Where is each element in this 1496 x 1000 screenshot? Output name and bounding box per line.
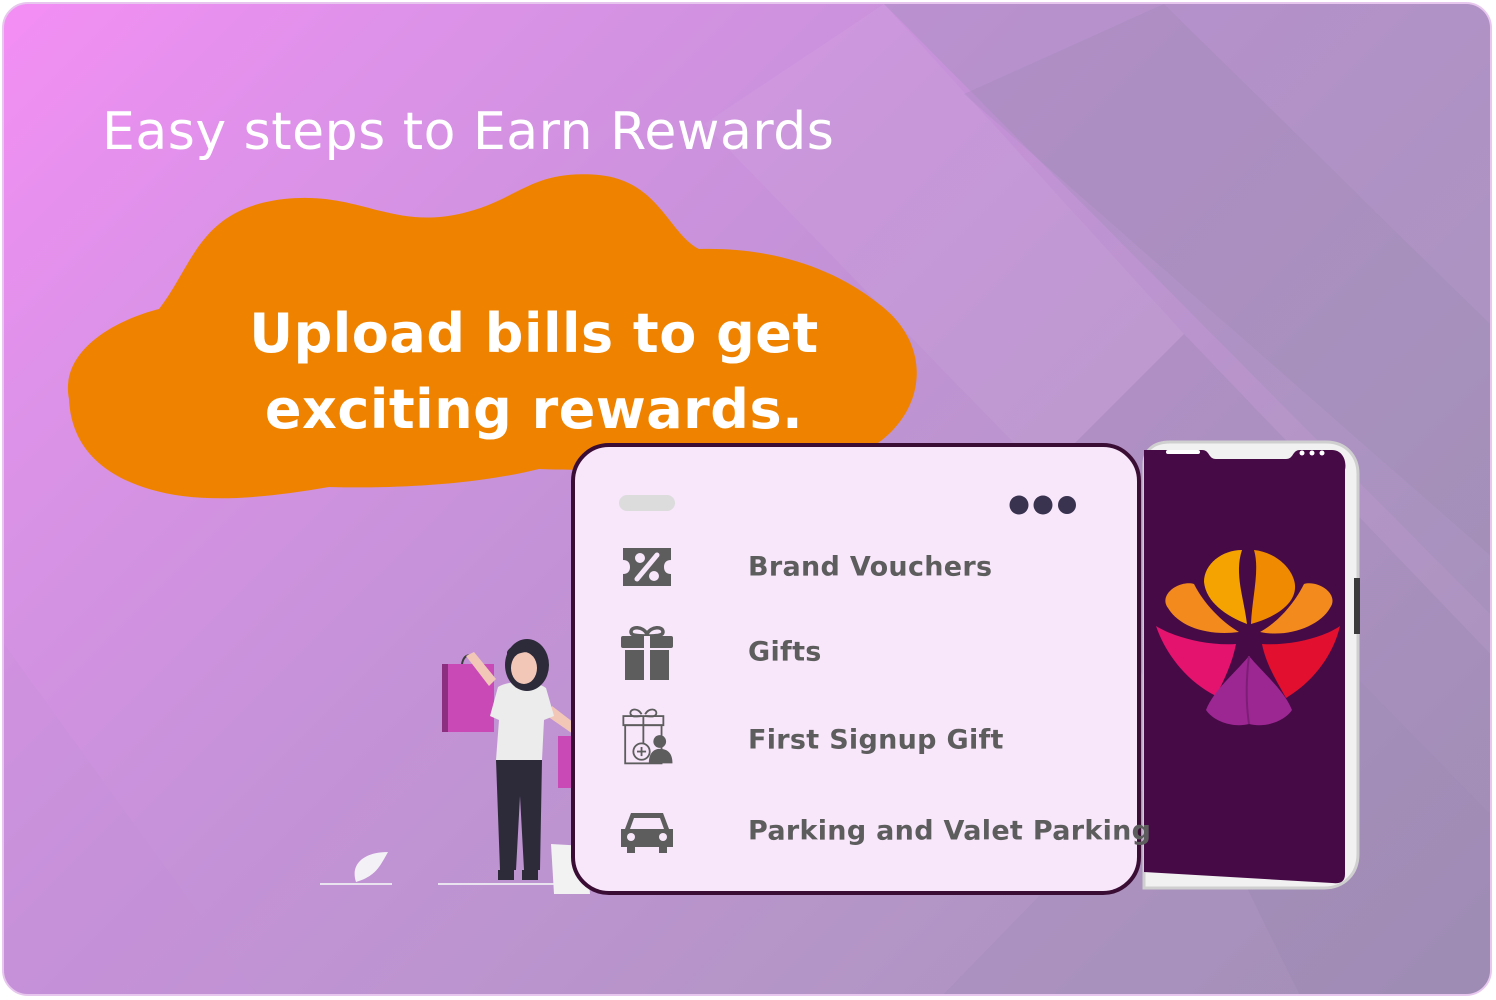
- menu-item-first-signup-gift[interactable]: First Signup Gift: [617, 707, 1117, 773]
- phone-mockup: [1142, 440, 1360, 890]
- menu-item-gifts[interactable]: Gifts: [617, 622, 1117, 682]
- gift-icon: [621, 626, 673, 680]
- card-drag-handle: [619, 495, 675, 511]
- signup-gift-icon: [622, 708, 673, 765]
- car-icon: [621, 813, 673, 853]
- menu-item-parking[interactable]: Parking and Valet Parking: [617, 801, 1151, 861]
- menu-item-label: Brand Vouchers: [748, 551, 993, 583]
- more-options-icon[interactable]: [1007, 493, 1083, 517]
- menu-item-label: First Signup Gift: [748, 724, 1004, 756]
- voucher-icon: [623, 548, 671, 586]
- headline: Easy steps to Earn Rewards: [102, 102, 835, 162]
- tagline: Upload bills to get exciting rewards.: [249, 302, 819, 441]
- shopper-illustration: [320, 639, 590, 894]
- rewards-banner: Easy steps to Earn Rewards Upload bills …: [2, 2, 1492, 996]
- menu-item-brand-vouchers[interactable]: Brand Vouchers: [617, 537, 1117, 597]
- rewards-menu-card: Brand Vouchers Gifts First Signup Gift P…: [571, 443, 1151, 895]
- menu-item-label: Gifts: [748, 636, 822, 668]
- menu-item-label: Parking and Valet Parking: [748, 815, 1152, 847]
